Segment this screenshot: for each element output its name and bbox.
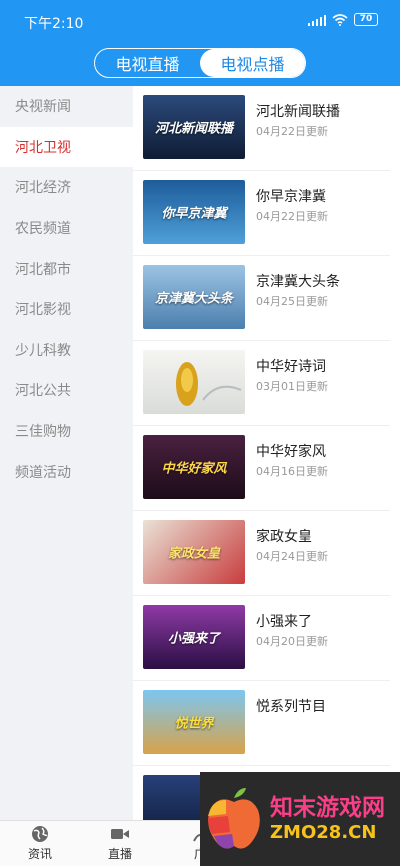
- sidebar-item-hebei-urban[interactable]: 河北都市: [0, 248, 133, 289]
- tab-live-label: 直播: [107, 847, 132, 861]
- sidebar-item-kids-science[interactable]: 少儿科教: [0, 330, 133, 371]
- program-title: 河北新闻联播: [256, 104, 340, 120]
- program-thumbnail: 小强来了: [143, 605, 245, 669]
- sidebar-item-channel-events[interactable]: 频道活动: [0, 451, 133, 492]
- program-row[interactable]: 中华好诗词 03月01日更新: [133, 341, 390, 426]
- program-title: 你早京津冀: [256, 189, 326, 205]
- sidebar-item-cctv-news[interactable]: 央视新闻: [0, 86, 133, 127]
- signal-icon: [308, 14, 326, 26]
- program-row[interactable]: 家政女皇 家政女皇 04月24日更新: [133, 511, 390, 596]
- program-thumbnail: 京津冀大头条: [143, 265, 245, 329]
- tab-tv-vod[interactable]: 电视点播: [200, 49, 305, 77]
- program-title: 京津冀大头条: [256, 274, 340, 290]
- program-title: 小强来了: [256, 614, 312, 630]
- program-row[interactable]: 京津冀大头条 京津冀大头条 04月25日更新: [133, 256, 390, 341]
- watermark-title: 知末游戏网: [270, 795, 385, 821]
- status-icons: 70: [308, 13, 378, 26]
- program-row[interactable]: 悦世界 悦系列节目: [133, 681, 390, 766]
- thumbnail-text: 悦世界: [174, 716, 214, 732]
- tab-tv-live[interactable]: 电视直播: [95, 49, 200, 77]
- watermark-url: ZMO28.CN: [270, 822, 377, 843]
- golden-seal-icon: [176, 362, 242, 406]
- site-watermark: 知末游戏网 ZMO28.CN: [200, 772, 400, 866]
- program-list: 河北新闻联播 河北新闻联播 04月22日更新 你早京津冀 你早京津冀 04月22…: [133, 86, 400, 820]
- program-date: 04月25日更新: [256, 295, 328, 308]
- thumbnail-text: 你早京津冀: [161, 206, 227, 222]
- view-mode-toggle: 电视直播 电视点播: [94, 48, 306, 78]
- app-header: 下午2:10 70 电视直播 电视点播: [0, 0, 400, 86]
- program-title: 悦系列节目: [256, 699, 326, 715]
- thumbnail-text: 家政女皇: [167, 546, 220, 562]
- program-thumbnail: 家政女皇: [143, 520, 245, 584]
- program-thumbnail: [143, 350, 245, 414]
- sidebar-item-hebei-economy[interactable]: 河北经济: [0, 167, 133, 208]
- sidebar-item-farmer[interactable]: 农民频道: [0, 208, 133, 249]
- sidebar-item-hebei-public[interactable]: 河北公共: [0, 370, 133, 411]
- program-title: 中华好家风: [256, 444, 326, 460]
- program-row[interactable]: 小强来了 小强来了 04月20日更新: [133, 596, 390, 681]
- program-date: 04月22日更新: [256, 125, 328, 138]
- thumbnail-text: 中华好家风: [161, 461, 227, 477]
- program-date: 04月22日更新: [256, 210, 328, 223]
- program-title: 中华好诗词: [256, 359, 326, 375]
- sidebar-item-hebei-film[interactable]: 河北影视: [0, 289, 133, 330]
- thumbnail-text: 京津冀大头条: [154, 291, 233, 307]
- program-row[interactable]: 中华好家风 中华好家风 04月16日更新: [133, 426, 390, 511]
- program-date: 04月20日更新: [256, 635, 328, 648]
- program-title: 家政女皇: [256, 529, 312, 545]
- status-bar: 下午2:10 70: [0, 0, 400, 42]
- battery-indicator: 70: [354, 13, 378, 26]
- program-thumbnail: 你早京津冀: [143, 180, 245, 244]
- program-thumbnail: 悦世界: [143, 690, 245, 754]
- program-thumbnail: 河北新闻联播: [143, 95, 245, 159]
- status-time: 下午2:10: [24, 16, 84, 32]
- video-camera-icon: [111, 829, 129, 839]
- sidebar-item-hebei-satellite[interactable]: 河北卫视: [0, 126, 133, 168]
- tab-news-label: 资讯: [27, 847, 52, 861]
- program-thumbnail: 中华好家风: [143, 435, 245, 499]
- program-row[interactable]: 河北新闻联播 河北新闻联播 04月22日更新: [133, 86, 390, 171]
- tab-news[interactable]: 资讯: [0, 821, 80, 866]
- program-date: 03月01日更新: [256, 380, 328, 393]
- program-date: 04月16日更新: [256, 465, 328, 478]
- globe-icon: [32, 826, 48, 842]
- program-date: 04月24日更新: [256, 550, 328, 563]
- tab-live[interactable]: 直播: [80, 821, 160, 866]
- wifi-icon: [332, 13, 348, 26]
- thumbnail-text: 小强来了: [167, 631, 220, 647]
- watermark-text: 知末游戏网 ZMO28.CN: [270, 794, 385, 844]
- thumbnail-text: 河北新闻联播: [154, 121, 233, 137]
- sidebar-item-sanjia-shopping[interactable]: 三佳购物: [0, 411, 133, 452]
- apple-logo-icon: [208, 788, 260, 849]
- channel-sidebar: 央视新闻 河北卫视 河北经济 农民频道 河北都市 河北影视 少儿科教 河北公共 …: [0, 86, 133, 820]
- program-row[interactable]: 你早京津冀 你早京津冀 04月22日更新: [133, 171, 390, 256]
